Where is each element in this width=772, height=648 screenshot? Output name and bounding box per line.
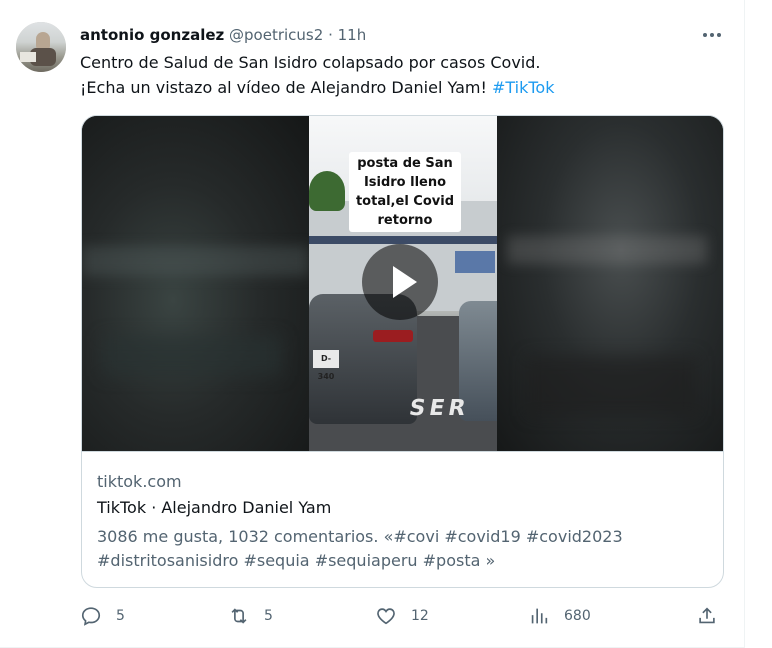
views-count: 680 [564,608,591,624]
retweet-count: 5 [264,608,273,624]
timeline-border [744,0,745,648]
card-description: 3086 me gusta, 1032 comentarios. «#covi … [97,525,709,573]
share-button[interactable] [696,603,718,629]
tweet-text: Centro de Salud de San Isidro colapsado … [80,50,720,100]
hashtag-link[interactable]: #TikTok [492,78,555,97]
card-domain: tiktok.com [97,472,182,491]
views-icon [531,608,548,624]
blurred-background-left [82,116,309,451]
tweet-text-fragment: ¡Echa un vistazo al vídeo de Alejandro D… [80,78,492,97]
card-description-line: 3086 me gusta, 1032 comentarios. «#covi … [97,527,623,546]
reply-icon [81,607,101,626]
share-icon [699,607,715,624]
tweet-time[interactable]: 11h [338,26,367,44]
reply-count: 5 [116,608,125,624]
link-card[interactable]: D-340 SER posta de San Isidro lleno tota… [81,115,724,588]
tweet-text-line: Centro de Salud de San Isidro colapsado … [80,53,541,72]
like-icon [377,608,395,625]
card-info[interactable]: tiktok.com TikTok · Alejandro Daniel Yam… [82,451,723,587]
reply-button[interactable]: 5 [80,603,125,629]
road-marking: SER [407,396,472,421]
card-title: TikTok · Alejandro Daniel Yam [97,498,332,517]
tweet-header: antonio gonzalez @poetricus2 · 11h [80,24,366,46]
card-description-line: #distritosanisidro #sequia #sequiaperu #… [97,551,496,570]
separator-dot: · [328,26,333,44]
play-button[interactable] [362,244,438,320]
more-options-button[interactable] [700,24,724,46]
avatar[interactable] [16,22,66,72]
video-media[interactable]: D-340 SER posta de San Isidro lleno tota… [82,116,723,451]
views-button[interactable]: 680 [528,603,591,629]
retweet-icon [231,608,247,624]
author-name[interactable]: antonio gonzalez [80,26,224,44]
like-count: 12 [411,608,429,624]
video-caption: posta de San Isidro lleno total,el Covid… [349,152,461,232]
retweet-button[interactable]: 5 [228,603,273,629]
like-button[interactable]: 12 [375,603,429,629]
author-handle[interactable]: @poetricus2 [229,26,323,44]
blurred-background-right [497,116,723,451]
more-icon [703,33,707,37]
tweet-text-line: ¡Echa un vistazo al vídeo de Alejandro D… [80,75,720,100]
license-plate: D-340 [313,350,339,381]
tweet-actions: 5 5 12 680 [80,603,720,629]
